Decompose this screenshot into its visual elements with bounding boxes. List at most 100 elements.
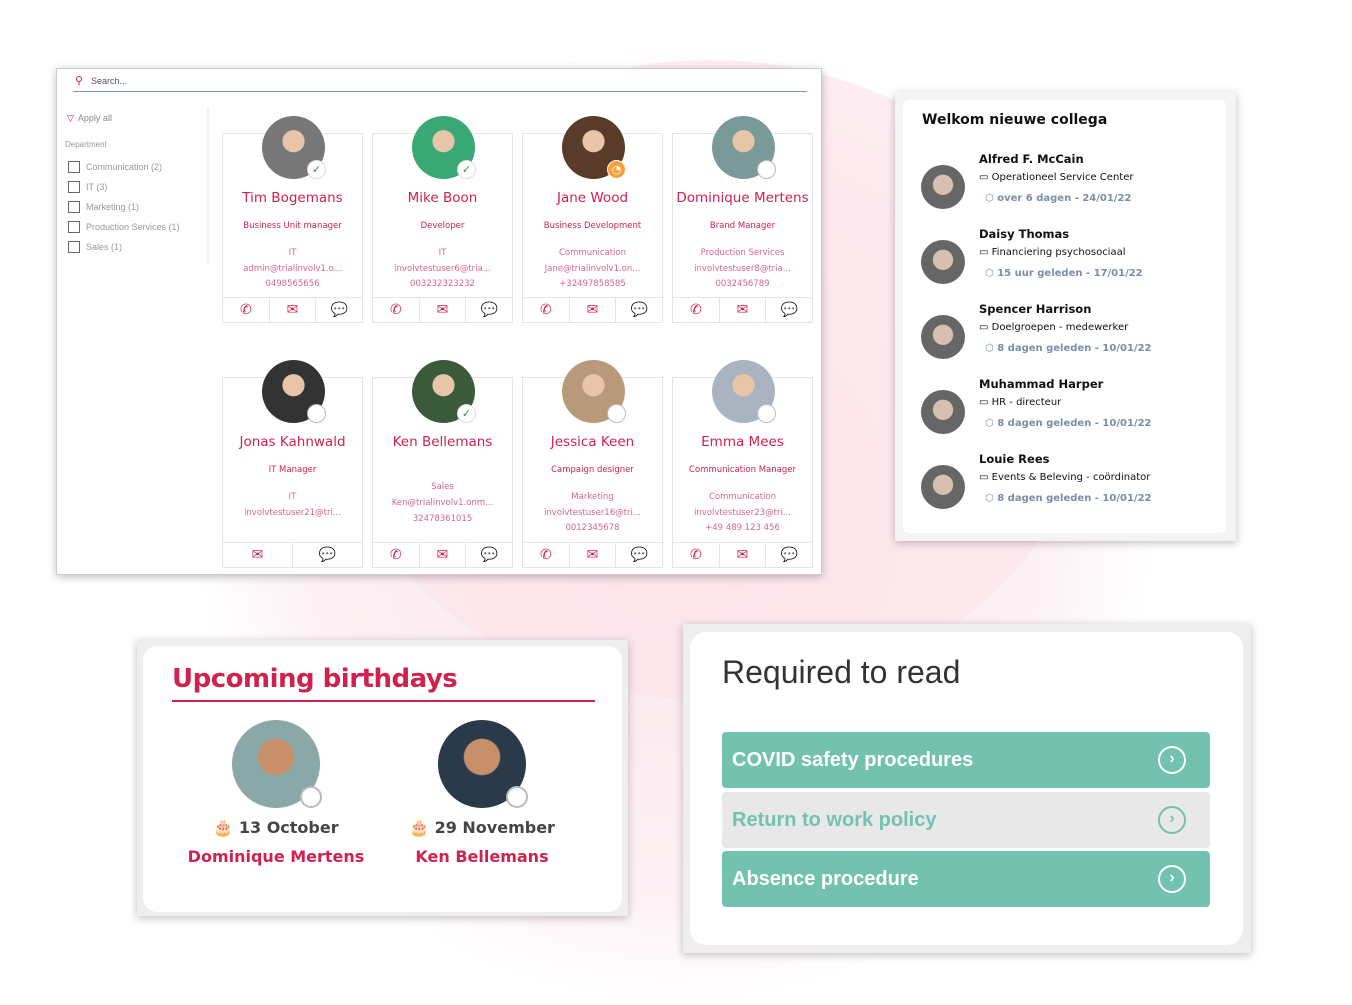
birthday-name[interactable]: Dominique Mertens — [176, 847, 376, 866]
phone-button[interactable]: ✆ — [673, 298, 719, 322]
email-button[interactable]: ✉ — [568, 298, 616, 322]
new-colleague-item[interactable]: Daisy Thomas ▭ Financiering psychosociaal… — [903, 227, 1223, 297]
colleague-org: ▭ Operationeel Service Center — [979, 172, 1133, 183]
birthday-item[interactable]: 🎂 29 November Ken Bellemans — [382, 720, 582, 866]
phone-button[interactable]: ✆ — [373, 543, 419, 567]
person-email[interactable]: involvtestuser21@tri... — [223, 508, 362, 518]
person-name[interactable]: Tim Bogemans — [223, 190, 362, 206]
phone-button[interactable]: ✆ — [373, 298, 419, 322]
required-doc-button[interactable]: COVID safety procedures › — [722, 732, 1210, 788]
person-card: Emma Mees Communication Manager Communicat… — [672, 360, 813, 568]
checkbox-box[interactable] — [68, 161, 80, 173]
briefcase-icon: ▭ — [979, 397, 992, 408]
person-email[interactable]: involvtestuser8@tria... — [673, 264, 812, 274]
person-name[interactable]: Dominique Mertens — [673, 190, 812, 206]
colleague-name[interactable]: Daisy Thomas — [979, 227, 1069, 241]
person-email[interactable]: Ken@trialinvolv1.onm... — [373, 498, 512, 508]
person-name[interactable]: Jane Wood — [523, 190, 662, 206]
person-name[interactable]: Jonas Kahnwald — [223, 434, 362, 450]
person-email[interactable]: Jane@trialinvolv1.on... — [523, 264, 662, 274]
checkbox-box[interactable] — [68, 241, 80, 253]
birthday-item[interactable]: 🎂 13 October Dominique Mertens — [176, 720, 376, 866]
chat-button[interactable]: 💬 — [765, 543, 812, 567]
filter-checkbox[interactable]: IT (3) — [68, 181, 107, 193]
filter-checkbox[interactable]: Communication (2) — [68, 161, 162, 173]
chat-button[interactable]: 💬 — [615, 543, 662, 567]
person-card: ✓ Tim Bogemans Business Unit manager IT admi… — [222, 116, 363, 323]
apply-all-label: Apply all — [77, 113, 112, 123]
person-name[interactable]: Mike Boon — [373, 190, 512, 206]
avatar[interactable] — [438, 720, 528, 808]
email-button[interactable]: ✉ — [268, 298, 316, 322]
phone-icon: ✆ — [239, 302, 252, 318]
checkbox-box[interactable] — [68, 221, 80, 233]
phone-button[interactable]: ✆ — [223, 298, 269, 322]
apply-all-button[interactable]: ▽ Apply all — [67, 113, 112, 124]
person-name[interactable]: Emma Mees — [673, 434, 812, 450]
email-button[interactable]: ✉ — [568, 543, 616, 567]
chat-button[interactable]: 💬 — [315, 298, 362, 322]
chat-button[interactable]: 💬 — [615, 298, 662, 322]
avatar — [921, 240, 965, 284]
required-doc-button[interactable]: Return to work policy › — [722, 791, 1210, 848]
chevron-right-circle-icon: › — [1158, 865, 1186, 893]
colleague-name[interactable]: Louie Rees — [979, 452, 1049, 466]
person-email[interactable]: involvtestuser6@tria... — [373, 264, 512, 274]
person-department: Production Services — [700, 248, 785, 258]
email-icon: ✉ — [286, 302, 299, 318]
colleague-name[interactable]: Muhammad Harper — [979, 377, 1103, 391]
required-doc-button[interactable]: Absence procedure › — [722, 851, 1210, 907]
chat-button[interactable]: 💬 — [465, 543, 512, 567]
new-colleague-item[interactable]: Muhammad Harper ▭ HR - directeur ⬡ 8 dagen… — [903, 377, 1223, 447]
new-colleague-item[interactable]: Alfred F. McCain ▭ Operationeel Service C… — [903, 152, 1223, 222]
filter-label: Production Services (1) — [86, 222, 180, 232]
avatar — [921, 165, 965, 209]
filter-checkbox[interactable]: Sales (1) — [68, 241, 122, 253]
handshake-icon: ⬡ — [985, 418, 998, 429]
person-email[interactable]: involvtestuser23@tri... — [673, 508, 812, 518]
person-name[interactable]: Ken Bellemans — [373, 434, 512, 450]
chat-icon: 💬 — [780, 547, 798, 563]
handshake-icon: ⬡ — [985, 343, 998, 354]
person-email[interactable]: admin@trialinvolv1.o... — [223, 264, 362, 274]
person-title: Brand Manager — [709, 221, 776, 231]
handshake-icon: ⬡ — [985, 193, 998, 204]
person-card: ✓ Mike Boon Developer IT involvtestuser6@tri… — [372, 116, 513, 323]
email-button[interactable]: ✉ — [418, 298, 466, 322]
colleague-name[interactable]: Spencer Harrison — [979, 302, 1091, 316]
contact-actions: ✆ ✉ 💬 — [223, 297, 362, 322]
new-colleague-item[interactable]: Spencer Harrison ▭ Doelgroepen - medewerk… — [903, 302, 1223, 372]
search-input[interactable]: ⚲ Search... — [73, 73, 807, 92]
people-directory: ⚲ Search... ▽ Apply all Department Commun… — [56, 68, 822, 575]
email-button[interactable]: ✉ — [223, 543, 292, 567]
phone-button[interactable]: ✆ — [523, 543, 569, 567]
title-underline — [172, 700, 595, 702]
filter-label: Marketing (1) — [86, 202, 140, 212]
filter-checkbox[interactable]: Marketing (1) — [68, 201, 139, 213]
person-department: Sales — [431, 482, 454, 492]
checkbox-box[interactable] — [68, 201, 80, 213]
chat-button[interactable]: 💬 — [465, 298, 512, 322]
briefcase-icon: ▭ — [979, 172, 992, 183]
email-button[interactable]: ✉ — [718, 298, 766, 322]
contact-actions: ✆ ✉ 💬 — [523, 297, 662, 322]
phone-button[interactable]: ✆ — [673, 543, 719, 567]
phone-button[interactable]: ✆ — [523, 298, 569, 322]
org-label: Operationeel Service Center — [991, 172, 1134, 183]
doc-label: Return to work policy — [732, 808, 937, 831]
avatar[interactable] — [232, 720, 322, 808]
checkbox-box[interactable] — [68, 181, 80, 193]
person-email[interactable]: involvtestuser16@tri... — [523, 508, 662, 518]
filter-checkbox[interactable]: Production Services (1) — [68, 221, 180, 233]
person-department: Communication — [559, 248, 626, 258]
colleague-name[interactable]: Alfred F. McCain — [979, 152, 1084, 166]
status-online-icon: ✓ — [457, 160, 476, 179]
birthday-name[interactable]: Ken Bellemans — [382, 847, 582, 866]
colleague-org: ▭ Events & Beleving - coördinator — [979, 472, 1150, 483]
new-colleague-item[interactable]: Louie Rees ▭ Events & Beleving - coördina… — [903, 452, 1223, 522]
email-button[interactable]: ✉ — [718, 543, 766, 567]
chat-button[interactable]: 💬 — [292, 543, 362, 567]
email-button[interactable]: ✉ — [418, 543, 466, 567]
chat-button[interactable]: 💬 — [765, 298, 812, 322]
person-name[interactable]: Jessica Keen — [523, 434, 662, 450]
